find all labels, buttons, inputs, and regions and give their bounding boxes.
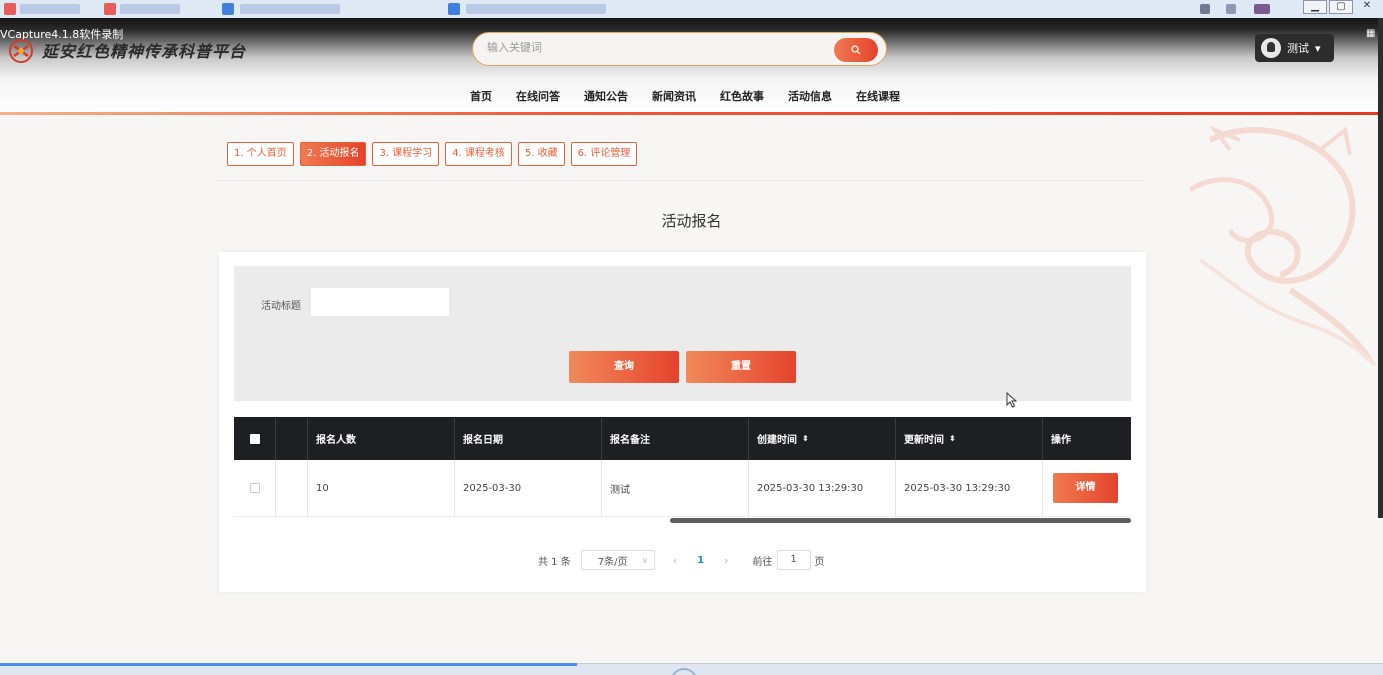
goto-label: 前往	[752, 556, 773, 568]
search-icon	[851, 45, 861, 55]
chevron-down-icon: ▾	[1315, 41, 1321, 55]
cell-actions: 详情	[1043, 460, 1131, 516]
search-button[interactable]	[834, 38, 878, 62]
header-actions: 操作	[1051, 435, 1071, 446]
grid-icon[interactable]: ▦	[1366, 28, 1375, 39]
activity-title-input[interactable]	[311, 288, 449, 316]
header-updated[interactable]: 更新时间 ⬍	[896, 417, 1043, 460]
doc-tab-icon[interactable]	[104, 3, 116, 15]
filter-label-title: 活动标题	[261, 301, 301, 312]
page-size-value: 7条/页	[597, 556, 628, 568]
app-tab-icon[interactable]	[222, 3, 234, 15]
select-all-checkbox-cell	[234, 417, 276, 460]
header-count: 报名人数	[308, 417, 455, 460]
user-name: 测试	[1287, 42, 1309, 55]
dragon-watermark-icon	[1188, 125, 1377, 367]
site-logo-icon[interactable]	[6, 38, 36, 64]
cell-date: 2025-03-30	[455, 460, 602, 516]
row-index	[276, 460, 308, 516]
search-box	[472, 32, 887, 66]
cell-created: 2025-03-30 13:29:30	[749, 460, 896, 516]
header-date: 报名日期	[455, 417, 602, 460]
pagination: 共 1 条 7条/页 ∨ ‹ 1 › 前往 1 页	[538, 550, 825, 570]
page-size-select[interactable]: 7条/页 ∨	[580, 550, 655, 570]
nav-item-activities[interactable]: 活动信息	[776, 88, 844, 104]
nav-item-notice[interactable]: 通知公告	[572, 88, 640, 104]
nav-item-news[interactable]: 新闻资讯	[640, 88, 708, 104]
nav-item-stories[interactable]: 红色故事	[708, 88, 776, 104]
nav-item-courses[interactable]: 在线课程	[844, 88, 912, 104]
detail-button[interactable]: 详情	[1053, 473, 1118, 503]
user-menu-button[interactable]: 测试 ▾	[1255, 34, 1334, 62]
header-created[interactable]: 创建时间 ⬍	[749, 417, 896, 460]
header-updated-label: 更新时间	[904, 435, 944, 446]
index-header	[276, 417, 308, 460]
table-horizontal-scrollbar[interactable]	[670, 518, 1131, 523]
wps-tab-icon[interactable]	[4, 3, 16, 15]
browser-tab[interactable]	[20, 4, 80, 14]
window-controls: ▁ ▢ ✕	[1303, 0, 1379, 14]
window-icon[interactable]	[1254, 4, 1270, 14]
profile-tabs: 1. 个人首页 2. 活动报名 3. 课程学习 4. 课程考核 5. 收藏 6.…	[227, 142, 638, 166]
mouse-cursor-icon	[1006, 392, 1018, 408]
goto-page-input[interactable]: 1	[776, 550, 811, 570]
tab-favorites[interactable]: 5. 收藏	[517, 142, 565, 166]
nav-item-qa[interactable]: 在线问答	[504, 88, 572, 104]
tab-course-exam[interactable]: 4. 课程考核	[445, 142, 512, 166]
window-icon[interactable]	[1226, 4, 1236, 14]
tab-comment-manage[interactable]: 6. 评论管理	[570, 142, 638, 166]
browser-tab[interactable]	[120, 4, 180, 14]
tabs-divider	[215, 180, 1145, 181]
row-checkbox[interactable]	[249, 483, 260, 493]
select-all-checkbox[interactable]	[249, 433, 260, 444]
maximize-icon[interactable]: ▢	[1329, 0, 1353, 14]
browser-tab-strip: ▁ ▢ ✕	[0, 0, 1383, 18]
site-header: VCapture4.1.8软件录制 延安红色精神传承科普平台 测试 ▾ ▦ 首页…	[0, 18, 1383, 114]
header-note: 报名备注	[602, 417, 749, 460]
pagination-total: 共 1 条	[538, 556, 571, 568]
tab-personal-home[interactable]: 1. 个人首页	[227, 142, 294, 166]
window-icon[interactable]	[1200, 4, 1210, 14]
tab-activity-signup[interactable]: 2. 活动报名	[299, 142, 367, 166]
cell-note: 测试	[602, 460, 749, 516]
search-input[interactable]	[487, 41, 827, 54]
query-button[interactable]: 查询	[569, 351, 679, 383]
goto-unit: 页	[814, 556, 825, 568]
table-header: 报名人数 报名日期 报名备注 创建时间 ⬍ 更新时间 ⬍ 操作	[234, 417, 1131, 460]
nav-item-home[interactable]: 首页	[458, 88, 504, 104]
close-icon[interactable]: ✕	[1355, 0, 1379, 14]
header-created-label: 创建时间	[757, 435, 797, 446]
minimize-icon[interactable]: ▁	[1303, 0, 1327, 14]
signup-table: 报名人数 报名日期 报名备注 创建时间 ⬍ 更新时间 ⬍ 操作 10 2025-…	[234, 417, 1131, 517]
row-checkbox-cell	[234, 460, 276, 516]
app-tab-icon[interactable]	[448, 3, 460, 15]
browser-tab[interactable]	[240, 4, 340, 14]
table-row: 10 2025-03-30 测试 2025-03-30 13:29:30 202…	[234, 460, 1131, 517]
prev-page-button[interactable]: ‹	[673, 554, 677, 567]
main-nav: 首页 在线问答 通知公告 新闻资讯 红色故事 活动信息 在线课程	[458, 88, 912, 104]
chevron-down-icon: ∨	[641, 555, 648, 565]
cell-updated: 2025-03-30 13:29:30	[896, 460, 1043, 516]
next-page-button[interactable]: ›	[724, 554, 728, 567]
page-title: 活动报名	[661, 212, 722, 230]
sort-icon[interactable]: ⬍	[949, 434, 956, 443]
avatar	[1261, 38, 1281, 58]
browser-tab[interactable]	[466, 4, 606, 14]
tab-course-study[interactable]: 3. 课程学习	[372, 142, 440, 166]
reset-button[interactable]: 重置	[686, 351, 796, 383]
current-page-number[interactable]: 1	[697, 555, 704, 566]
loading-progress-bar	[0, 663, 577, 666]
sort-icon[interactable]: ⬍	[802, 434, 809, 443]
cell-count: 10	[308, 460, 455, 516]
filter-panel	[234, 266, 1131, 401]
site-title[interactable]: 延安红色精神传承科普平台	[42, 38, 246, 62]
